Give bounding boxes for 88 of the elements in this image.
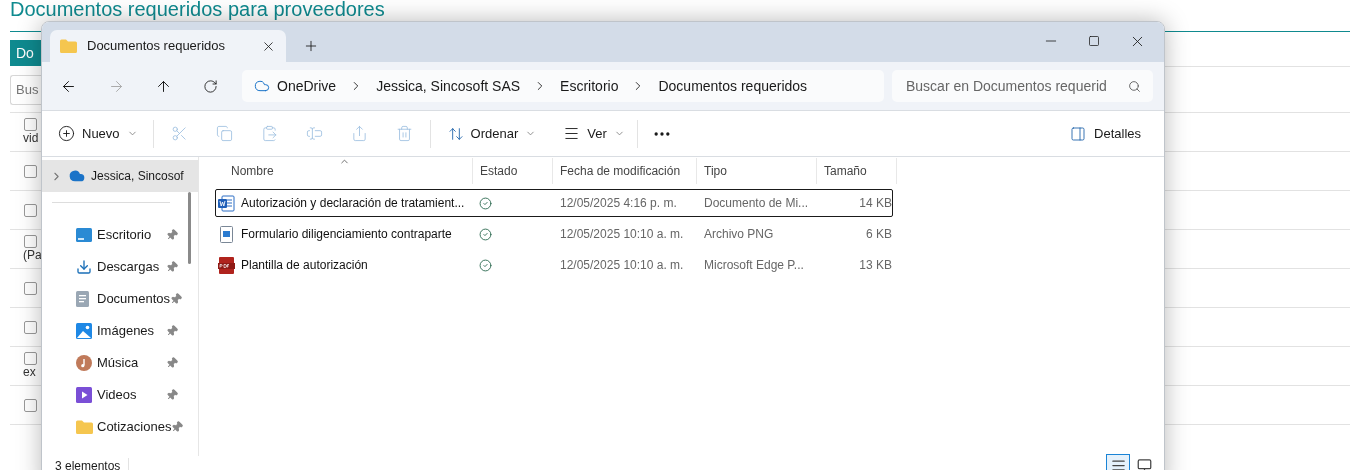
- search-box[interactable]: Buscar en Documentos requerid: [892, 70, 1153, 102]
- cut-icon[interactable]: [170, 125, 188, 142]
- sidebar-item[interactable]: Imágenes: [42, 315, 180, 347]
- file-type: Archivo PNG: [703, 226, 775, 243]
- preview-view-icon: [1136, 457, 1152, 470]
- row-checkbox[interactable]: [24, 164, 37, 178]
- word-document-icon: [218, 194, 235, 212]
- sync-status-icon: [479, 227, 492, 241]
- file-date: 12/05/2025 10:10 a. m.: [559, 257, 685, 274]
- file-type: Microsoft Edge P...: [703, 257, 805, 274]
- search-placeholder: Buscar en Documentos requerid: [906, 76, 1108, 96]
- image-icon: [76, 323, 92, 339]
- column-header[interactable]: Fecha de modificación: [560, 162, 681, 180]
- file-size: 6 KB: [865, 226, 892, 243]
- tab-button[interactable]: Do: [10, 40, 41, 66]
- image-file-icon: [220, 225, 233, 243]
- view-toggle[interactable]: [1106, 454, 1130, 470]
- row-text: vid: [23, 131, 39, 146]
- folder-icon: [76, 420, 93, 434]
- column-header[interactable]: Tipo: [704, 162, 727, 180]
- video-icon: [76, 387, 92, 403]
- row-checkbox[interactable]: [24, 398, 37, 412]
- file-row[interactable]: Plantilla de autorización 12/05/2025 10:10 a. m. Microsoft Edge P... 13 KB: [215, 251, 893, 279]
- window-tab[interactable]: Documentos requeridos: [50, 30, 286, 62]
- sort-icon: [447, 125, 464, 142]
- file-name: Autorización y declaración de tratamient...: [241, 195, 465, 212]
- column-header[interactable]: Estado: [480, 162, 518, 180]
- breadcrumb-item[interactable]: Documentos requeridos: [658, 75, 808, 97]
- details-view-icon: [1110, 457, 1126, 470]
- document-icon: [76, 291, 89, 307]
- column-header[interactable]: Nombre: [231, 162, 274, 180]
- sync-status-icon: [479, 196, 492, 210]
- cloud-icon: [69, 168, 85, 184]
- download-icon: [76, 259, 92, 275]
- scrollbar[interactable]: [188, 192, 191, 264]
- folder-icon: [60, 39, 77, 53]
- view-icon: [563, 125, 581, 142]
- search-icon: [1128, 79, 1141, 93]
- sort-button[interactable]: Ordenar: [447, 123, 537, 144]
- breadcrumb-item[interactable]: OneDrive: [277, 75, 337, 97]
- sidebar-item[interactable]: Cotizaciones: [42, 411, 180, 443]
- tab-title: Documentos requeridos: [87, 37, 227, 56]
- breadcrumb-item[interactable]: Jessica, Sincosoft SAS: [376, 75, 521, 97]
- address-bar[interactable]: OneDrive Jessica, Sincosoft SAS Escritorio Documentos requeridos: [242, 70, 884, 102]
- details-button[interactable]: Detalles: [1070, 123, 1141, 144]
- file-date: 12/05/2025 4:16 p. m.: [559, 195, 678, 212]
- cloud-icon: [254, 78, 270, 94]
- paste-icon[interactable]: [260, 125, 278, 142]
- pdf-file-icon: [218, 256, 235, 274]
- file-name: Plantilla de autorización: [241, 257, 368, 274]
- file-row[interactable]: Formulario diligenciamiento contraparte 12/05/2025 10:10 a. m. Archivo PNG 6 KB: [215, 220, 893, 248]
- status-text: 3 elementos: [55, 458, 130, 470]
- row-checkbox[interactable]: [24, 320, 37, 334]
- view-button[interactable]: Ver: [563, 123, 625, 144]
- row-checkbox[interactable]: [24, 352, 37, 365]
- sync-status-icon: [479, 258, 492, 272]
- page-title: Documentos requeridos para proveedores: [10, 0, 385, 19]
- share-icon[interactable]: [350, 125, 368, 142]
- sidebar-item[interactable]: Videos: [42, 379, 180, 411]
- new-button[interactable]: Nuevo: [58, 123, 138, 144]
- sidebar-item[interactable]: Documentos: [42, 283, 180, 315]
- row-checkbox[interactable]: [24, 235, 37, 248]
- file-type: Documento de Mi...: [703, 195, 810, 212]
- new-tab-icon[interactable]: [303, 38, 319, 54]
- file-row[interactable]: Autorización y declaración de tratamient... 12/05/2025 4:16 p. m. Documento de Mi... 14 KB: [215, 189, 893, 217]
- sidebar-item[interactable]: Descargas: [42, 251, 180, 283]
- sidebar-item[interactable]: Música: [42, 347, 180, 379]
- sidebar-account[interactable]: Jessica, Sincosof: [42, 160, 198, 192]
- breadcrumb-item[interactable]: Escritorio: [560, 75, 619, 97]
- row-text: (Pa: [23, 248, 42, 263]
- plus-icon: [58, 125, 75, 142]
- details-pane-icon: [1070, 125, 1087, 142]
- sidebar-item[interactable]: Escritorio: [42, 219, 180, 251]
- music-icon: [76, 355, 92, 371]
- row-text: ex: [23, 365, 36, 380]
- delete-icon[interactable]: [395, 125, 413, 142]
- desktop-icon: [76, 228, 92, 242]
- row-checkbox[interactable]: [24, 281, 37, 295]
- maximize-icon[interactable]: [1088, 35, 1100, 47]
- file-name: Formulario diligenciamiento contraparte: [241, 226, 452, 243]
- file-date: 12/05/2025 10:10 a. m.: [559, 226, 685, 243]
- file-size: 14 KB: [858, 195, 892, 212]
- refresh-icon[interactable]: [203, 78, 218, 94]
- copy-icon[interactable]: [215, 125, 233, 142]
- column-header[interactable]: Tamaño: [824, 162, 867, 180]
- row-checkbox[interactable]: [24, 203, 37, 217]
- row-checkbox[interactable]: [24, 118, 37, 131]
- file-size: 13 KB: [858, 257, 892, 274]
